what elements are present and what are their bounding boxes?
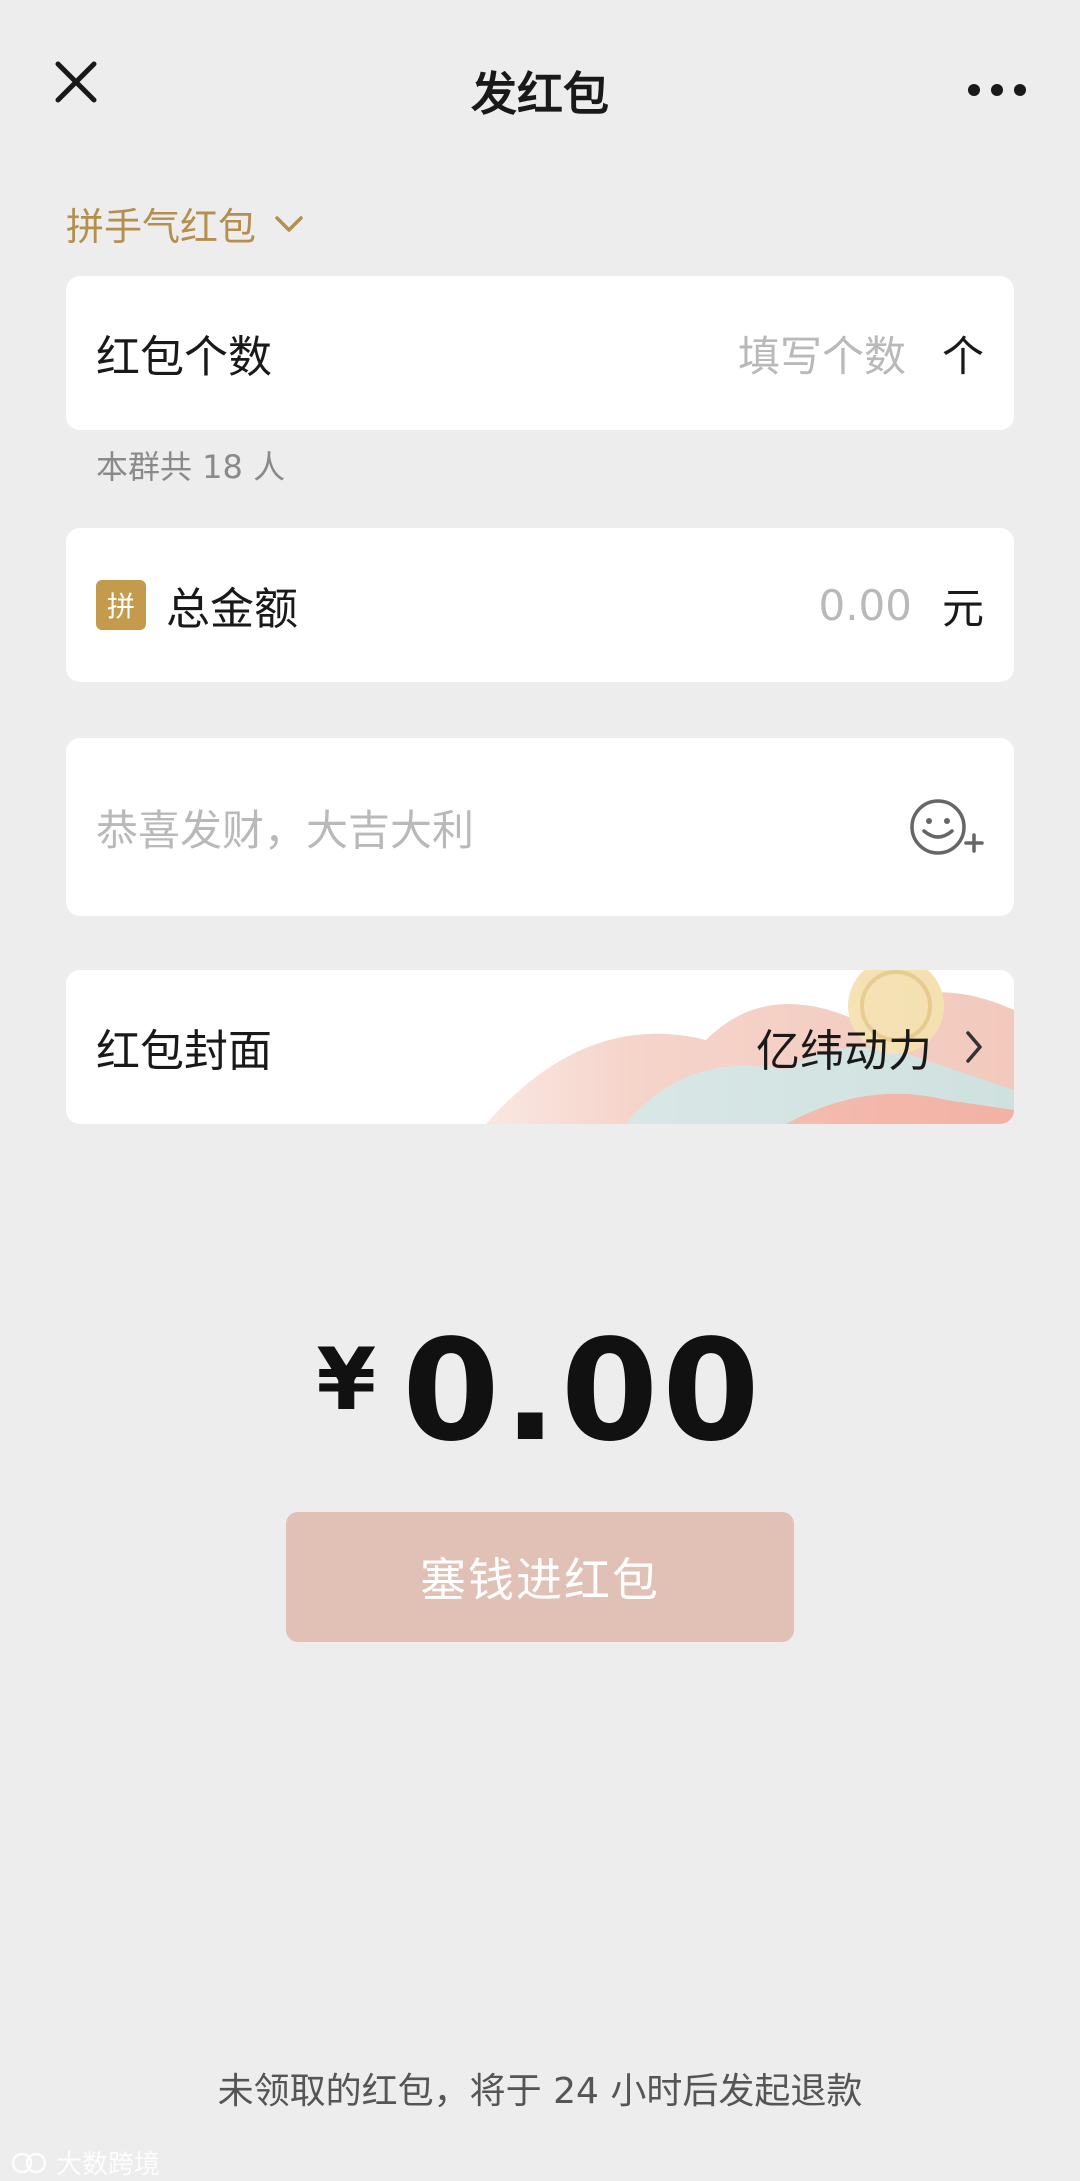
count-input[interactable]: 填写个数 xyxy=(738,323,906,384)
total-amount-value: 0.00 xyxy=(402,1310,764,1473)
message-input[interactable]: 恭喜发财，大吉大利 xyxy=(96,797,474,858)
group-member-hint: 本群共 18 人 xyxy=(96,448,286,486)
count-unit: 个 xyxy=(941,331,984,381)
red-packet-type-selector[interactable]: 拼手气红包 xyxy=(66,196,304,251)
cover-value: 亿纬动力 xyxy=(756,1026,932,1077)
page-title: 发红包 xyxy=(471,67,609,121)
cover-card[interactable]: 红包封面 亿纬动力 xyxy=(66,970,1014,1124)
amount-unit: 元 xyxy=(941,583,984,633)
cover-label: 红包封面 xyxy=(96,1026,272,1077)
chevron-down-icon xyxy=(275,215,303,232)
chevron-right-icon xyxy=(966,1031,982,1063)
more-button[interactable] xyxy=(962,70,1032,110)
emoji-add-icon[interactable] xyxy=(908,797,984,857)
refund-note: 未领取的红包，将于 24 小时后发起退款 xyxy=(217,2071,863,2112)
currency-symbol: ¥ xyxy=(316,1330,377,1430)
lucky-badge: 拼 xyxy=(96,580,146,630)
amount-input[interactable]: 0.00 xyxy=(818,581,912,630)
total-amount: ¥0.00 xyxy=(0,1310,1080,1473)
message-card[interactable]: 恭喜发财，大吉大利 xyxy=(66,738,1014,916)
type-selector-label: 拼手气红包 xyxy=(66,205,257,249)
amount-label: 总金额 xyxy=(166,584,298,635)
amount-card[interactable]: 拼 总金额 0.00 元 xyxy=(66,528,1014,682)
more-icon xyxy=(968,84,1026,96)
watermark-logo-icon xyxy=(11,2152,47,2173)
watermark: 大数跨境 xyxy=(10,2144,160,2181)
put-money-button[interactable]: 塞钱进红包 xyxy=(286,1512,794,1642)
count-label: 红包个数 xyxy=(96,332,272,383)
watermark-text: 大数跨境 xyxy=(56,2150,161,2180)
count-card[interactable]: 红包个数 填写个数 个 xyxy=(66,276,1014,430)
